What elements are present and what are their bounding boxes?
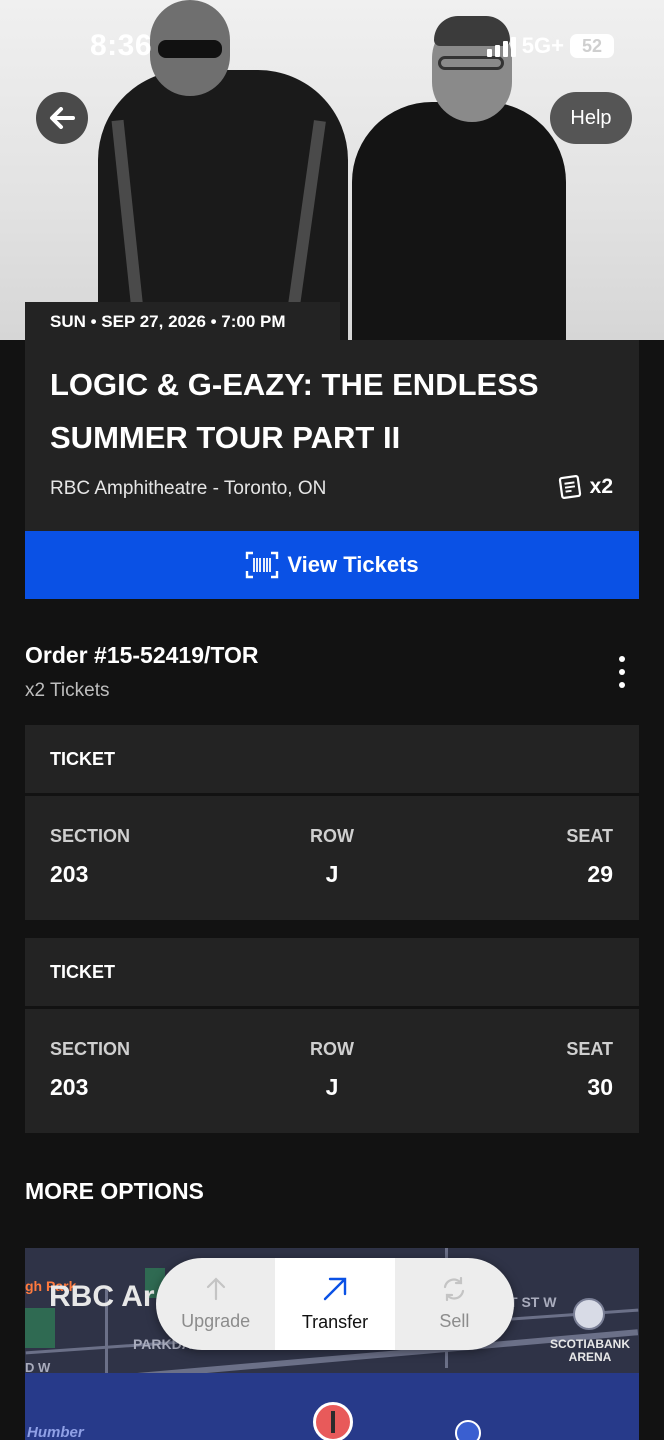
ticket-details[interactable]: SECTION 203 ROW J SEAT 29 [25,796,639,920]
map-road-label: D W [25,1360,51,1375]
back-button[interactable] [36,92,88,144]
row-value: J [325,861,339,887]
order-number: Order #15-52419/TOR [25,642,259,668]
hero-image: 8:36 5G+ 52 Help [0,0,664,340]
performer-right [352,102,566,340]
arena-icon [573,1298,605,1330]
arrow-up-icon [206,1276,225,1300]
arrow-up-right-icon [323,1277,347,1300]
ticket-quantity: x2 [556,474,613,500]
upgrade-button[interactable]: Upgrade [156,1258,275,1350]
arrow-left-icon [50,107,75,129]
status-bar: 8:36 5G+ 52 [90,28,614,64]
more-options-title: MORE OPTIONS [25,1178,204,1204]
transfer-button[interactable]: Transfer [275,1258,395,1350]
ticket-actions-bar: Upgrade Transfer Sell [156,1258,514,1350]
more-menu-icon[interactable] [612,656,632,688]
map-venue-label: RBC Ar [49,1280,155,1313]
seat-label: SEAT [566,1039,613,1059]
transfer-label: Transfer [301,1311,369,1332]
battery-icon: 52 [570,34,614,58]
ticket-header: TICKET [25,938,639,1006]
event-venue: RBC Amphitheatre - Toronto, ON [50,478,327,499]
order-ticket-count: x2 Tickets [25,680,110,701]
row-label: ROW [310,826,354,846]
airport-icon [455,1420,481,1440]
seat-label: SEAT [566,826,613,846]
tickets-icon [558,475,581,499]
barcode-icon [246,551,279,579]
event-card: LOGIC & G-EAZY: THE ENDLESS SUMMER TOUR … [25,340,639,532]
row-value: J [325,1074,339,1100]
ticket-header: TICKET [25,725,639,793]
help-button[interactable]: Help [550,92,632,144]
view-tickets-label: View Tickets [287,552,419,577]
network-type: 5G+ [521,33,564,58]
map-water-label: Humber [27,1424,84,1440]
map-street-label: T ST W [509,1294,557,1310]
venue-pin-icon[interactable] [313,1402,353,1440]
signal-icon [486,35,516,57]
map-arena-label: SCOTIABANK ARENA [550,1337,630,1364]
seat-value: 29 [587,861,613,887]
refresh-icon [444,1276,465,1301]
sell-label: Sell [439,1310,470,1331]
seat-value: 30 [587,1074,613,1100]
upgrade-label: Upgrade [181,1310,251,1331]
status-time: 8:36 [90,29,153,62]
view-tickets-button[interactable]: View Tickets [25,531,639,599]
row-label: ROW [310,1039,354,1059]
event-date: SUN • SEP 27, 2026 • 7:00 PM [25,302,340,342]
ticket-details[interactable]: SECTION 203 ROW J SEAT 30 [25,1009,639,1133]
ticket-quantity-label: x2 [589,475,613,498]
sell-button[interactable]: Sell [395,1258,514,1350]
event-title: LOGIC & G-EAZY: THE ENDLESS SUMMER TOUR … [50,367,539,455]
